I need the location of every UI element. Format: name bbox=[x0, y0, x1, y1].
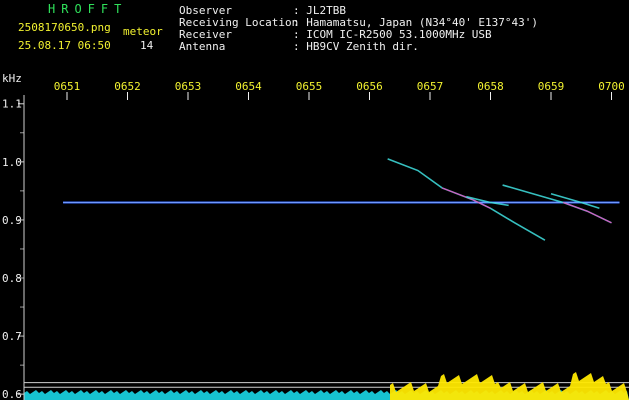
x-tick-label: 0700 bbox=[598, 80, 625, 93]
noise-floor bbox=[24, 372, 629, 400]
x-tick-label: 0652 bbox=[114, 80, 141, 93]
meteor-trail-peak bbox=[562, 201, 612, 224]
meteor-trail bbox=[466, 195, 509, 207]
y-unit-label: kHz bbox=[2, 72, 22, 85]
meteor-trail bbox=[502, 184, 612, 224]
x-tick-label: 0651 bbox=[54, 80, 81, 93]
x-tick-label: 0659 bbox=[538, 80, 565, 93]
meteor-trails bbox=[387, 158, 612, 241]
meteor-trail-peak bbox=[441, 187, 491, 209]
axes: kHz 0651 0652 0653 0654 0655 0656 0657 0658 0659 0… bbox=[2, 72, 625, 400]
x-tick-label: 0653 bbox=[175, 80, 202, 93]
spectrogram-plot: kHz 0651 0652 0653 0654 0655 0656 0657 0658 0659 0… bbox=[2, 72, 629, 400]
x-tick-label: 0654 bbox=[235, 80, 262, 93]
x-tick-label: 0656 bbox=[356, 80, 383, 93]
x-tick-label: 0655 bbox=[296, 80, 323, 93]
x-tick-label: 0657 bbox=[417, 80, 444, 93]
x-tick-label: 0658 bbox=[477, 80, 504, 93]
meteor-trail bbox=[387, 158, 546, 241]
noise-meteor-band bbox=[390, 372, 629, 400]
